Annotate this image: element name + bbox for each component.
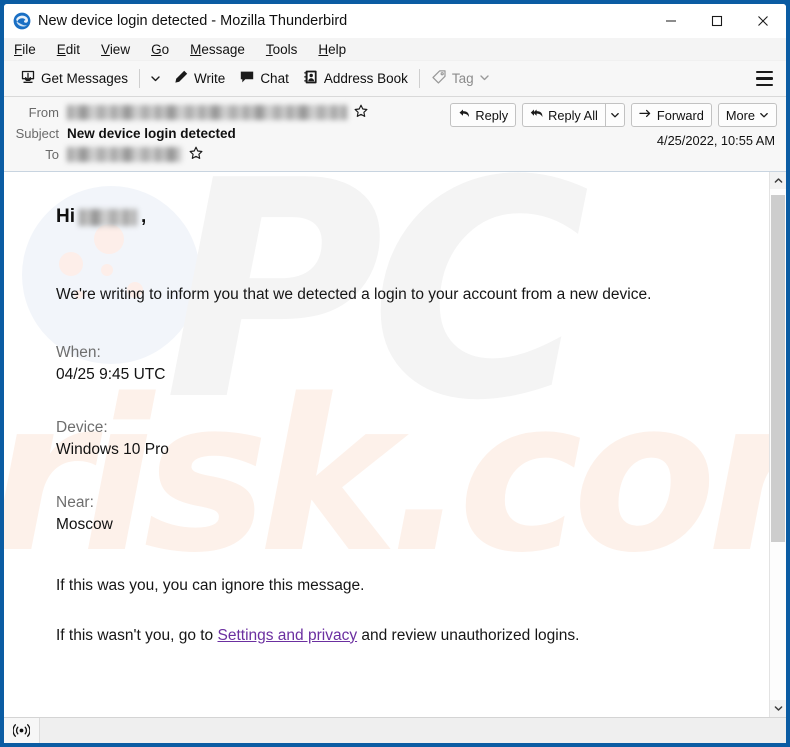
forward-label: Forward: [656, 107, 704, 123]
scrollbar-thumb[interactable]: [771, 195, 785, 543]
from-label: From: [28, 105, 59, 120]
main-toolbar: Get Messages Write Chat Address Book Tag: [4, 61, 786, 97]
from-value: [67, 104, 368, 121]
menu-item-file[interactable]: File: [13, 38, 46, 61]
unauthorized-login-paragraph: If this wasn't you, go to Settings and p…: [56, 625, 729, 647]
reply-arrow-icon: [458, 107, 471, 123]
tail-after-text: and review unauthorized logins.: [357, 626, 580, 644]
ignore-message-paragraph: If this was you, you can ignore this mes…: [56, 576, 365, 594]
greeting-name-redacted: [79, 208, 137, 226]
menu-item-help[interactable]: Help: [317, 38, 356, 61]
reply-button[interactable]: Reply: [450, 103, 517, 127]
more-chevron-down-icon: [759, 108, 769, 123]
menu-item-view[interactable]: View: [100, 38, 140, 61]
subject-value: New device login detected: [67, 126, 236, 141]
detail-when-label: When:: [56, 344, 101, 361]
reply-all-group: Reply All: [522, 103, 625, 127]
chat-label: Chat: [260, 71, 289, 86]
scroll-up-button[interactable]: [770, 172, 786, 189]
forward-arrow-icon: [639, 107, 653, 123]
detail-device-value: Windows 10 Pro: [56, 441, 169, 459]
menu-item-tools[interactable]: Tools: [265, 38, 308, 61]
get-messages-dropdown[interactable]: [144, 65, 166, 93]
chat-button[interactable]: Chat: [232, 65, 296, 93]
address-book-label: Address Book: [323, 71, 408, 86]
scroll-down-button[interactable]: [770, 700, 786, 717]
get-messages-button[interactable]: Get Messages: [13, 65, 135, 93]
window-title: New device login detected - Mozilla Thun…: [38, 13, 348, 29]
reply-all-button[interactable]: Reply All: [522, 103, 605, 127]
detail-device: Device: Windows 10 Pro: [56, 417, 729, 462]
menu-bar: File Edit View Go Message Tools Help: [4, 38, 786, 61]
write-label: Write: [194, 71, 226, 86]
detail-near-label: Near:: [56, 493, 94, 511]
download-messages-icon: [20, 69, 36, 88]
detail-device-label: Device:: [56, 418, 108, 436]
message-body: PC risk.com Hi , We're writing to inform…: [4, 172, 769, 717]
close-button[interactable]: [740, 4, 786, 38]
tag-label: Tag: [451, 71, 474, 86]
get-messages-label: Get Messages: [41, 71, 129, 86]
detail-near-value: Moscow: [56, 516, 113, 534]
message-actions: Reply Reply All Forward More: [450, 103, 777, 127]
greeting-suffix: ,: [141, 206, 147, 227]
hamburger-menu-icon[interactable]: [752, 67, 776, 91]
greeting-prefix: Hi: [56, 206, 75, 227]
message-content: Hi , We're writing to inform you that we…: [56, 206, 729, 647]
more-label: More: [725, 107, 755, 123]
to-value: [67, 146, 203, 163]
tag-button[interactable]: Tag: [424, 65, 497, 93]
write-button[interactable]: Write: [166, 65, 232, 93]
reading-pane: PC risk.com Hi , We're writing to inform…: [4, 172, 786, 717]
address-book-button[interactable]: Address Book: [296, 65, 415, 93]
window-controls: [648, 4, 786, 38]
to-redacted-text: [67, 147, 182, 162]
settings-and-privacy-link[interactable]: Settings and privacy: [218, 627, 358, 644]
to-label: To: [45, 147, 59, 162]
thunderbird-icon: [13, 12, 31, 30]
forward-button[interactable]: Forward: [630, 103, 712, 127]
detail-near: Near: Moscow: [56, 492, 729, 537]
status-bar: [4, 717, 786, 743]
title-bar: New device login detected - Mozilla Thun…: [4, 4, 786, 38]
tail-before-text: If this wasn't you, go to: [56, 626, 218, 644]
reply-all-label: Reply All: [548, 107, 598, 123]
tag-chevron-down-icon[interactable]: [479, 71, 490, 86]
detail-when-value: 04/25 9:45 UTC: [56, 366, 166, 384]
vertical-scrollbar[interactable]: [769, 172, 786, 717]
from-redacted-text: [67, 105, 347, 120]
more-button[interactable]: More: [717, 103, 777, 127]
toolbar-divider-2: [418, 69, 420, 88]
message-date: 4/25/2022, 10:55 AM: [656, 133, 775, 148]
subject-label: Subject: [15, 126, 59, 141]
menu-item-message[interactable]: Message: [189, 38, 255, 61]
reply-all-dropdown[interactable]: [604, 103, 625, 127]
intro-paragraph: We're writing to inform you that we dete…: [56, 286, 652, 303]
address-book-icon: [303, 69, 319, 88]
thunderbird-window: New device login detected - Mozilla Thun…: [0, 0, 790, 747]
message-header: From Subject New device login detected T…: [4, 97, 786, 172]
minimize-button[interactable]: [648, 4, 694, 38]
reply-all-arrow-icon: [530, 107, 544, 123]
toolbar-divider: [139, 69, 141, 88]
chat-bubble-icon: [239, 69, 255, 88]
menu-item-edit[interactable]: Edit: [56, 38, 90, 61]
window-inner: New device login detected - Mozilla Thun…: [4, 4, 786, 743]
star-icon[interactable]: [354, 104, 368, 121]
menu-item-go[interactable]: Go: [150, 38, 179, 61]
scrollbar-track[interactable]: [770, 189, 786, 700]
detail-when: When: 04/25 9:45 UTC: [56, 342, 729, 387]
to-star-icon[interactable]: [189, 146, 203, 163]
reply-label: Reply: [475, 107, 509, 123]
pencil-icon: [173, 69, 189, 88]
tag-icon: [431, 69, 447, 88]
broadcast-icon[interactable]: [4, 718, 40, 743]
maximize-button[interactable]: [694, 4, 740, 38]
greeting-line: Hi ,: [56, 206, 729, 228]
